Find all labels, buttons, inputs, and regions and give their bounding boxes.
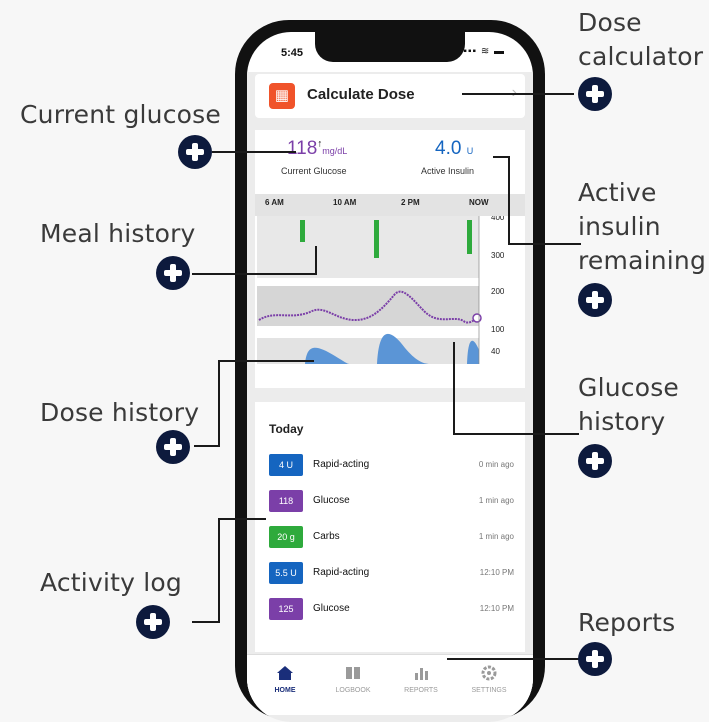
level-tick: 400 [491,216,505,222]
home-icon [277,666,293,680]
log-badge: 20 g [269,526,303,548]
tab-home[interactable]: HOME [255,665,315,694]
time-tick: 10 AM [333,198,357,207]
plus-icon[interactable] [578,283,612,317]
plus-icon[interactable] [156,430,190,464]
leader-line [218,518,220,622]
log-item[interactable]: 5.5 U Rapid-acting 12:10 PM [269,562,514,586]
bar-chart-icon [415,668,428,680]
leader-line [192,273,316,275]
callout-current-glucose: Current glucose [20,100,221,129]
leader-line [453,342,455,434]
book-icon [346,667,360,679]
leader-line [194,445,220,447]
log-item[interactable]: 4 U Rapid-acting 0 min ago [269,454,514,478]
log-label: Rapid-acting [313,459,370,470]
activity-log: Today 4 U Rapid-acting 0 min ago 118 Glu… [255,402,525,652]
leader-line [508,243,581,245]
leader-line [218,360,314,362]
callout-meal-history: Meal history [40,219,196,248]
tab-logbook[interactable]: LOGBOOK [323,665,383,694]
log-item[interactable]: 118 Glucose 1 min ago [269,490,514,514]
tab-bar: HOME LOGBOOK REPORTS SETTINGS [247,654,533,715]
leader-line [493,156,509,158]
plus-icon[interactable] [578,444,612,478]
leader-line [508,156,510,244]
status-icons: ▪▪▪ ≋ ▬ [463,46,505,57]
leader-line [462,93,574,95]
log-label: Rapid-acting [313,567,370,578]
time-tick: 2 PM [401,198,420,207]
callout-activity-log: Activity log [40,568,182,597]
log-time: 0 min ago [478,460,514,469]
meal-marker [374,220,379,258]
log-heading: Today [269,422,304,436]
callout-glucose-history: Glucose history [578,373,680,436]
active-insulin-value[interactable]: 4.0 U [435,138,473,160]
level-tick: 100 [491,325,505,334]
log-time: 12:10 PM [479,568,514,577]
level-tick: 200 [491,287,505,296]
leader-line [192,621,220,623]
plus-icon[interactable] [136,605,170,639]
calculator-icon: ▦ [269,83,295,109]
gear-icon [481,665,497,681]
log-time: 1 min ago [478,532,514,541]
time-tick: 6 AM [265,198,284,207]
callout-dose-calculator: Dose calculator [578,8,704,71]
callout-active-insulin: Active insulin remaining [578,178,707,275]
plus-icon[interactable] [178,135,212,169]
phone-frame: 5:45 ▪▪▪ ≋ ▬ ▦ Calculate Dose › 118↑mg/d… [235,20,545,722]
log-item[interactable]: 20 g Carbs 1 min ago [269,526,514,550]
active-insulin-label: Active Insulin [421,166,475,176]
leader-line [315,246,317,275]
tab-settings[interactable]: SETTINGS [459,665,519,694]
log-label: Glucose [313,603,350,614]
phone-screen: 5:45 ▪▪▪ ≋ ▬ ▦ Calculate Dose › 118↑mg/d… [247,32,533,722]
log-badge: 4 U [269,454,303,476]
plus-icon[interactable] [578,77,612,111]
callout-dose-history: Dose history [40,398,200,427]
plus-icon[interactable] [578,642,612,676]
meal-band [257,216,479,278]
log-badge: 125 [269,598,303,620]
calculate-dose-button[interactable]: ▦ Calculate Dose › [255,74,525,118]
time-axis: 6 AM 10 AM 2 PM NOW [255,194,525,216]
leader-line [453,433,579,435]
leader-line [218,360,220,446]
level-tick: 300 [491,251,505,260]
log-badge: 5.5 U [269,562,303,584]
callout-reports: Reports [578,608,676,637]
log-label: Glucose [313,495,350,506]
current-glucose-point [472,313,482,323]
current-glucose-value[interactable]: 118↑mg/dL [287,138,347,160]
log-time: 12:10 PM [479,604,514,613]
leader-line [212,151,296,153]
time-tick: NOW [469,198,489,207]
meal-marker [300,220,305,242]
meal-marker [467,220,472,254]
current-glucose-label: Current Glucose [281,166,347,176]
glucose-chart[interactable]: 400 300 200 100 40 [255,216,525,388]
calculate-dose-title: Calculate Dose [307,86,415,103]
phone-notch [315,32,465,62]
leader-line [218,518,266,520]
log-item[interactable]: 125 Glucose 12:10 PM [269,598,514,622]
log-badge: 118 [269,490,303,512]
status-time: 5:45 [281,47,304,59]
leader-line [447,658,579,660]
log-label: Carbs [313,531,340,542]
tab-reports[interactable]: REPORTS [391,665,451,694]
high-range-band [257,286,479,326]
log-time: 1 min ago [478,496,514,505]
plus-icon[interactable] [156,256,190,290]
glucose-card: 118↑mg/dL Current Glucose 4.0 U Active I… [255,130,525,388]
level-tick: 40 [491,347,500,356]
